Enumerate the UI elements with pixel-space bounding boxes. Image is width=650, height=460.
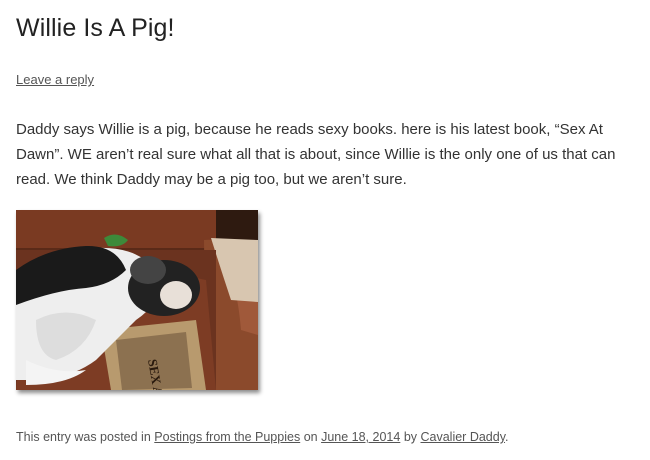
meta-suffix: . bbox=[505, 430, 509, 444]
author-link[interactable]: Cavalier Daddy bbox=[421, 430, 506, 444]
date-link[interactable]: June 18, 2014 bbox=[321, 430, 400, 444]
post-body-text: Daddy says Willie is a pig, because he r… bbox=[16, 121, 616, 188]
category-link[interactable]: Postings from the Puppies bbox=[154, 430, 300, 444]
post-title: Willie Is A Pig! bbox=[16, 14, 175, 42]
leave-reply-link[interactable]: Leave a reply bbox=[16, 72, 94, 87]
meta-on: on bbox=[303, 430, 318, 444]
blog-post: Willie Is A Pig! Leave a reply Daddy say… bbox=[0, 0, 650, 460]
meta-prefix: This entry was posted in bbox=[16, 430, 151, 444]
entry-meta: This entry was posted in Postings from t… bbox=[16, 430, 509, 444]
meta-by: by bbox=[403, 430, 418, 444]
post-photo[interactable]: SEX AT DAWN bbox=[16, 210, 258, 390]
dog-on-couch-image: SEX AT DAWN bbox=[16, 210, 258, 390]
